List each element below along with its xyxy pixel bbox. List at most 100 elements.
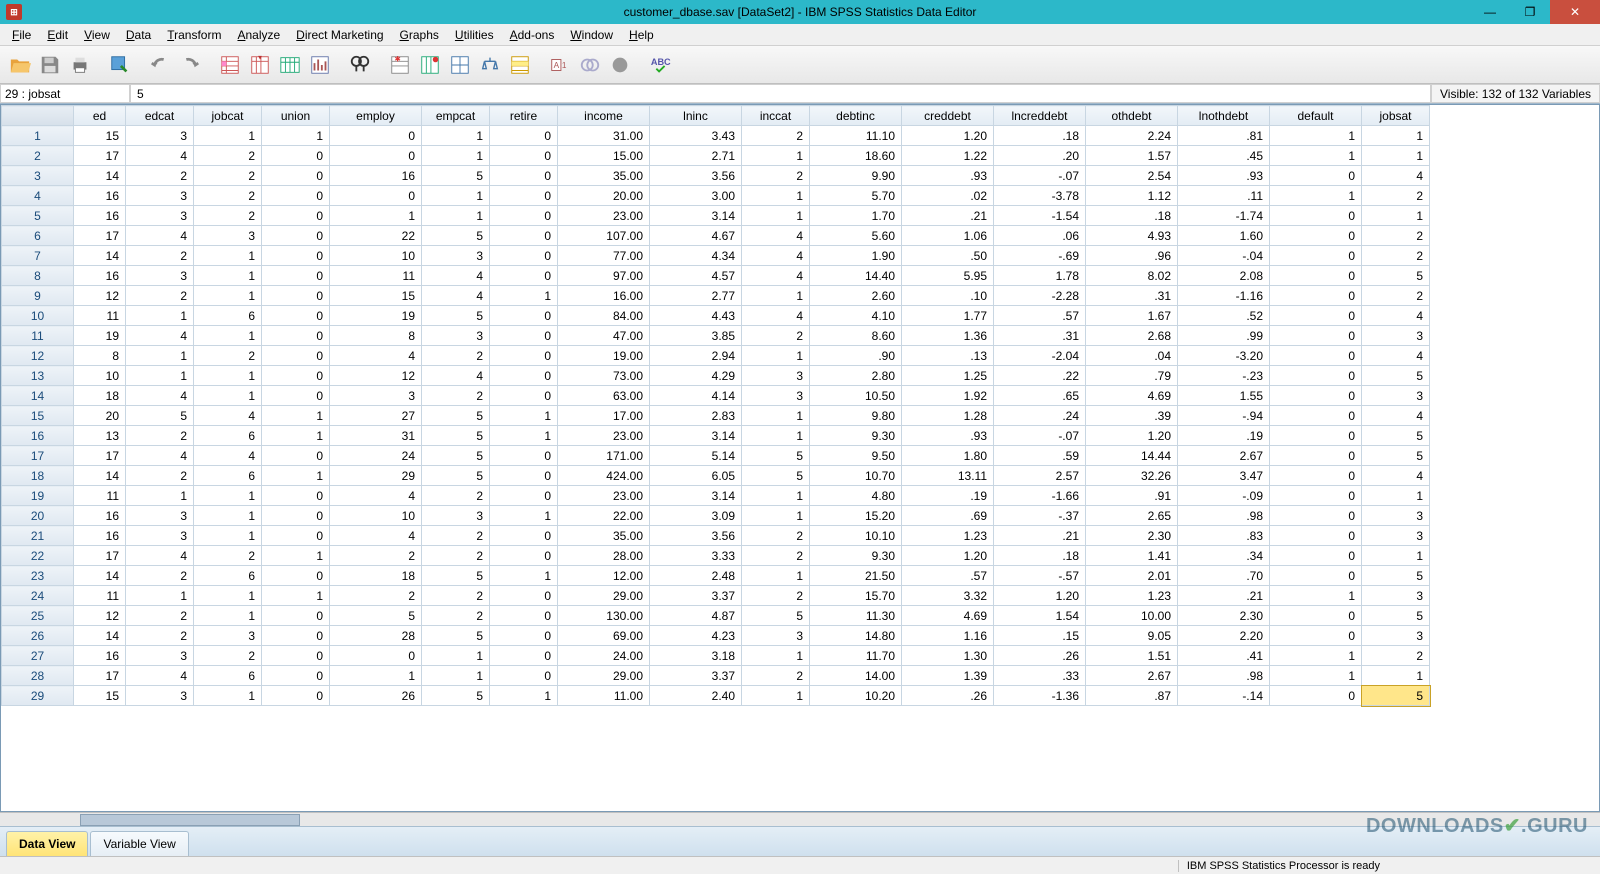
data-cell[interactable]: .87 <box>1086 686 1178 706</box>
data-cell[interactable]: 424.00 <box>558 466 650 486</box>
data-cell[interactable]: 8 <box>330 326 422 346</box>
data-cell[interactable]: 29 <box>330 466 422 486</box>
use-sets-icon[interactable] <box>576 51 604 79</box>
data-cell[interactable]: 0 <box>262 346 330 366</box>
data-cell[interactable]: 1.28 <box>902 406 994 426</box>
data-cell[interactable]: .83 <box>1178 526 1270 546</box>
data-cell[interactable]: 1.67 <box>1086 306 1178 326</box>
data-cell[interactable]: 16.00 <box>558 286 650 306</box>
data-cell[interactable]: -.69 <box>994 246 1086 266</box>
data-cell[interactable]: 2 <box>422 386 490 406</box>
column-header-othdebt[interactable]: othdebt <box>1086 106 1178 126</box>
data-cell[interactable]: 1 <box>490 506 558 526</box>
data-cell[interactable]: 1 <box>194 606 262 626</box>
row-header[interactable]: 16 <box>2 426 74 446</box>
data-cell[interactable]: 4 <box>330 526 422 546</box>
data-cell[interactable]: 1 <box>742 506 810 526</box>
data-cell[interactable]: 5 <box>1362 426 1430 446</box>
data-cell[interactable]: 1 <box>490 286 558 306</box>
data-cell[interactable]: 0 <box>1270 606 1362 626</box>
goto-variable-icon[interactable] <box>246 51 274 79</box>
data-cell[interactable]: 8.60 <box>810 326 902 346</box>
data-cell[interactable]: 1.22 <box>902 146 994 166</box>
row-header[interactable]: 6 <box>2 226 74 246</box>
data-cell[interactable]: .59 <box>994 446 1086 466</box>
data-cell[interactable]: .70 <box>1178 566 1270 586</box>
data-cell[interactable]: 0 <box>490 126 558 146</box>
data-cell[interactable]: 1 <box>262 126 330 146</box>
data-cell[interactable]: .21 <box>902 206 994 226</box>
data-cell[interactable]: 63.00 <box>558 386 650 406</box>
data-cell[interactable]: 2 <box>126 286 194 306</box>
data-cell[interactable]: .20 <box>994 146 1086 166</box>
data-cell[interactable]: 0 <box>262 306 330 326</box>
data-cell[interactable]: .10 <box>902 286 994 306</box>
open-file-icon[interactable] <box>6 51 34 79</box>
data-cell[interactable]: 35.00 <box>558 166 650 186</box>
data-cell[interactable]: 0 <box>490 146 558 166</box>
data-cell[interactable]: 1.23 <box>1086 586 1178 606</box>
data-cell[interactable]: .31 <box>1086 286 1178 306</box>
data-cell[interactable]: 17 <box>74 546 126 566</box>
column-header-lninc[interactable]: lninc <box>650 106 742 126</box>
data-cell[interactable]: 3 <box>194 226 262 246</box>
data-cell[interactable]: 0 <box>490 226 558 246</box>
data-cell[interactable]: -.37 <box>994 506 1086 526</box>
data-cell[interactable]: -3.78 <box>994 186 1086 206</box>
data-cell[interactable]: 3.32 <box>902 586 994 606</box>
data-cell[interactable]: 3 <box>126 646 194 666</box>
data-cell[interactable]: 26 <box>330 686 422 706</box>
data-cell[interactable]: 2 <box>126 626 194 646</box>
data-cell[interactable]: 2.71 <box>650 146 742 166</box>
column-header-default[interactable]: default <box>1270 106 1362 126</box>
data-cell[interactable]: 4 <box>422 366 490 386</box>
data-cell[interactable]: .98 <box>1178 506 1270 526</box>
data-cell[interactable]: 0 <box>490 606 558 626</box>
data-cell[interactable]: 0 <box>1270 466 1362 486</box>
data-cell[interactable]: 77.00 <box>558 246 650 266</box>
data-cell[interactable]: 2 <box>1362 286 1430 306</box>
data-cell[interactable]: 8 <box>74 346 126 366</box>
data-cell[interactable]: 16 <box>74 206 126 226</box>
data-cell[interactable]: 21.50 <box>810 566 902 586</box>
data-cell[interactable]: 1 <box>742 346 810 366</box>
recall-dialog-icon[interactable] <box>106 51 134 79</box>
data-cell[interactable]: 19.00 <box>558 346 650 366</box>
data-cell[interactable]: 3 <box>742 626 810 646</box>
data-cell[interactable]: 1.55 <box>1178 386 1270 406</box>
row-header[interactable]: 1 <box>2 126 74 146</box>
data-cell[interactable]: 4 <box>742 246 810 266</box>
split-file-icon[interactable] <box>446 51 474 79</box>
data-cell[interactable]: 1.20 <box>1086 426 1178 446</box>
data-cell[interactable]: 12.00 <box>558 566 650 586</box>
row-header[interactable]: 7 <box>2 246 74 266</box>
column-header-empcat[interactable]: empcat <box>422 106 490 126</box>
row-header[interactable]: 19 <box>2 486 74 506</box>
data-cell[interactable]: 0 <box>330 186 422 206</box>
data-cell[interactable]: .93 <box>902 166 994 186</box>
data-cell[interactable]: 1.20 <box>902 126 994 146</box>
data-cell[interactable]: 14 <box>74 626 126 646</box>
data-cell[interactable]: 4 <box>1362 406 1430 426</box>
data-cell[interactable]: 2.57 <box>994 466 1086 486</box>
menu-add-ons[interactable]: Add-ons <box>502 26 563 44</box>
data-cell[interactable]: 16 <box>74 526 126 546</box>
row-header[interactable]: 15 <box>2 406 74 426</box>
data-cell[interactable]: 16 <box>74 266 126 286</box>
data-cell[interactable]: 1 <box>742 206 810 226</box>
data-cell[interactable]: .33 <box>994 666 1086 686</box>
data-cell[interactable]: 0 <box>1270 286 1362 306</box>
data-cell[interactable]: 1 <box>194 366 262 386</box>
data-cell[interactable]: 6 <box>194 306 262 326</box>
data-cell[interactable]: -.04 <box>1178 246 1270 266</box>
data-cell[interactable]: 11 <box>74 306 126 326</box>
column-header-edcat[interactable]: edcat <box>126 106 194 126</box>
data-cell[interactable]: 10.10 <box>810 526 902 546</box>
data-cell[interactable]: .19 <box>902 486 994 506</box>
data-cell[interactable]: 17 <box>74 146 126 166</box>
data-cell[interactable]: 16 <box>74 506 126 526</box>
data-cell[interactable]: .26 <box>902 686 994 706</box>
data-cell[interactable]: 0 <box>1270 486 1362 506</box>
data-cell[interactable]: 4 <box>194 406 262 426</box>
data-cell[interactable]: 0 <box>262 266 330 286</box>
